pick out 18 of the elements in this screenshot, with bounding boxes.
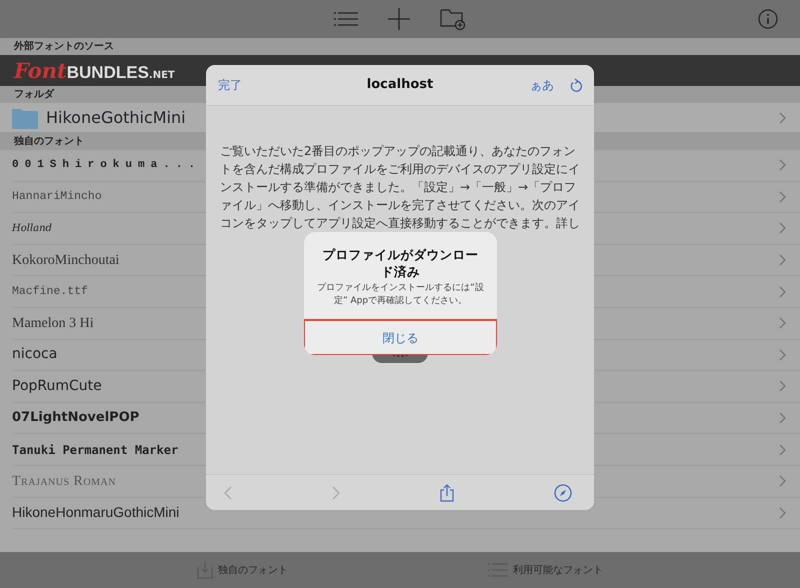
folder-name: HikoneGothicMini	[46, 106, 186, 128]
font-name: 001Shirokuma...	[12, 158, 202, 174]
alert-message: プロファイルをインストールするには“設定” Appで再確認してください。	[316, 282, 485, 308]
font-name: KokoroMinchoutai	[12, 252, 120, 270]
logo-script-text: Font	[14, 56, 67, 85]
logo-text: BUNDLES	[66, 62, 149, 84]
font-name: PopRumCute	[12, 376, 102, 396]
font-name: Mamelon 3 Hi	[12, 314, 94, 333]
font-name: nicoca	[12, 345, 58, 364]
logo-suffix: .NET	[148, 68, 175, 83]
font-name: Macfine.ttf	[12, 284, 88, 300]
font-name: HikoneHonmaruGothicMini	[12, 503, 180, 522]
font-name: Holland	[12, 222, 52, 236]
font-name: Tanuki Permanent Marker	[12, 442, 178, 459]
font-name: Trajanus Roman	[12, 472, 116, 491]
section-header: 外部フォントのソース	[0, 38, 800, 55]
font-name: HannariMincho	[12, 189, 102, 206]
font-name: 07LightNovelPOP	[12, 409, 140, 428]
